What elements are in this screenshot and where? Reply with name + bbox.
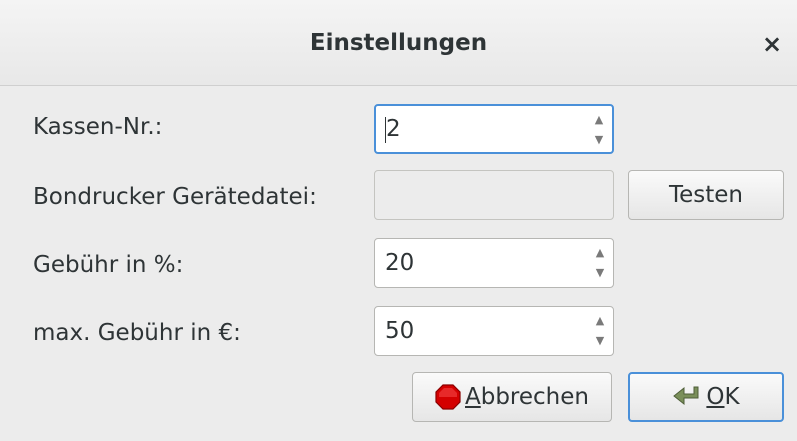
ok-label: OK: [706, 384, 739, 410]
max-gebuehr-label: max. Gebühr in €:: [33, 320, 241, 346]
abbrechen-label: Abbrechen: [465, 384, 589, 410]
spin-up-icon[interactable]: ▲: [591, 244, 609, 262]
gebuehr-spin-buttons: ▲ ▼: [591, 244, 609, 282]
spin-down-icon[interactable]: ▼: [590, 131, 608, 149]
max-gebuehr-value[interactable]: 50: [385, 307, 414, 355]
bondrucker-label: Bondrucker Gerätedatei:: [33, 184, 317, 210]
dialog-title: Einstellungen: [309, 30, 488, 56]
ok-label-rest: K: [724, 384, 740, 410]
gebuehr-label: Gebühr in %:: [33, 252, 184, 278]
max-gebuehr-spinbox[interactable]: 50 ▲ ▼: [374, 306, 614, 356]
ok-mnemonic: O: [706, 384, 725, 410]
dialog-titlebar: Einstellungen ×: [0, 0, 797, 86]
spin-down-icon[interactable]: ▼: [591, 264, 609, 282]
abbrechen-button[interactable]: Abbrechen: [412, 372, 612, 422]
abbrechen-mnemonic: A: [465, 384, 481, 410]
kassen-nr-spin-buttons: ▲ ▼: [590, 111, 608, 149]
gebuehr-value[interactable]: 20: [385, 239, 414, 287]
stop-icon: [435, 384, 461, 410]
bondrucker-field: [374, 170, 614, 220]
ok-arrow-icon: [673, 386, 699, 406]
spin-up-icon[interactable]: ▲: [591, 312, 609, 330]
kassen-nr-label: Kassen-Nr.:: [33, 114, 163, 140]
kassen-nr-spinbox[interactable]: 2 ▲ ▼: [374, 104, 614, 154]
max-gebuehr-spin-buttons: ▲ ▼: [591, 312, 609, 350]
gebuehr-spinbox[interactable]: 20 ▲ ▼: [374, 238, 614, 288]
ok-button[interactable]: OK: [628, 372, 784, 422]
close-icon[interactable]: ×: [756, 28, 788, 60]
spin-down-icon[interactable]: ▼: [591, 332, 609, 350]
abbrechen-label-rest: bbrechen: [480, 384, 589, 410]
kassen-nr-value[interactable]: 2: [386, 106, 401, 152]
testen-button[interactable]: Testen: [628, 170, 784, 220]
spin-up-icon[interactable]: ▲: [590, 111, 608, 129]
